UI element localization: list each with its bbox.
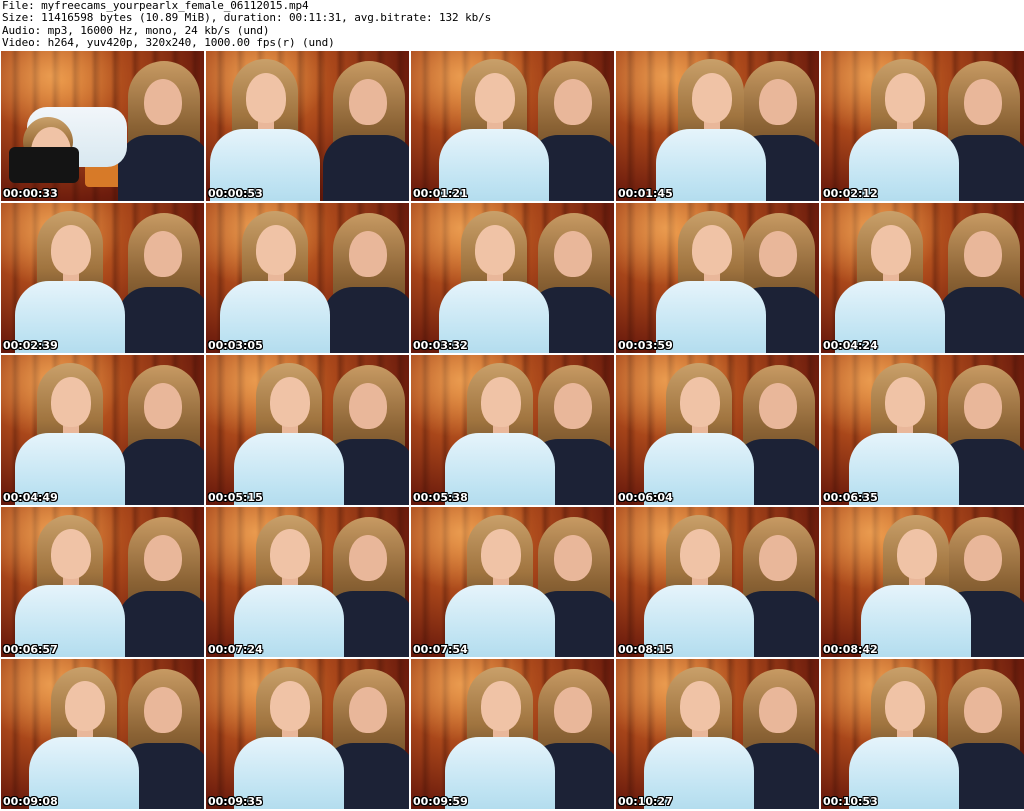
person-left (234, 361, 344, 505)
person-right (938, 213, 1024, 353)
thumbnail: 00:06:04 (616, 355, 819, 505)
person-left (656, 57, 766, 201)
person-left (445, 513, 555, 657)
person-left (234, 665, 344, 809)
timestamp-label: 00:06:04 (618, 491, 673, 504)
thumbnail: 00:09:59 (411, 659, 614, 809)
person-left (644, 513, 754, 657)
timestamp-label: 00:01:21 (413, 187, 468, 200)
timestamp-label: 00:05:15 (208, 491, 263, 504)
thumbnail: 00:02:12 (821, 51, 1024, 201)
person-left (644, 361, 754, 505)
person-left (29, 665, 139, 809)
thumbnail: 00:10:53 (821, 659, 1024, 809)
timestamp-label: 00:00:33 (3, 187, 58, 200)
person-right (118, 517, 204, 657)
skirt (9, 147, 79, 183)
thumbnail: 00:04:49 (1, 355, 204, 505)
timestamp-label: 00:01:45 (618, 187, 673, 200)
person-left (644, 665, 754, 809)
thumbnail: 00:08:42 (821, 507, 1024, 657)
person-right (323, 61, 409, 201)
thumbnail: 00:06:35 (821, 355, 1024, 505)
timestamp-label: 00:04:24 (823, 339, 878, 352)
person-right (118, 213, 204, 353)
thumbnail: 00:07:24 (206, 507, 409, 657)
thumbnail: 00:03:59 (616, 203, 819, 353)
thumbnail: 00:09:08 (1, 659, 204, 809)
timestamp-label: 00:10:27 (618, 795, 673, 808)
timestamp-label: 00:08:42 (823, 643, 878, 656)
person-left (234, 513, 344, 657)
timestamp-label: 00:03:32 (413, 339, 468, 352)
timestamp-label: 00:03:05 (208, 339, 263, 352)
thumbnail: 00:08:15 (616, 507, 819, 657)
timestamp-label: 00:08:15 (618, 643, 673, 656)
person-left (220, 209, 330, 353)
timestamp-label: 00:05:38 (413, 491, 468, 504)
thumbnail-grid: 00:00:33 00:00:53 00:01:21 00:01:45 00:0… (0, 51, 1024, 811)
thumbnail: 00:06:57 (1, 507, 204, 657)
timestamp-label: 00:07:24 (208, 643, 263, 656)
timestamp-label: 00:09:59 (413, 795, 468, 808)
timestamp-label: 00:09:08 (3, 795, 58, 808)
person-left (835, 209, 945, 353)
thumbnail: 00:09:35 (206, 659, 409, 809)
thumbnail: 00:10:27 (616, 659, 819, 809)
person-left (849, 57, 959, 201)
person-left (439, 57, 549, 201)
thumbnail: 00:01:45 (616, 51, 819, 201)
person-left (849, 665, 959, 809)
person-left (445, 361, 555, 505)
thumbnail: 00:02:39 (1, 203, 204, 353)
person-left (15, 209, 125, 353)
timestamp-label: 00:02:12 (823, 187, 878, 200)
person-right (118, 365, 204, 505)
person-left (861, 513, 971, 657)
timestamp-label: 00:00:53 (208, 187, 263, 200)
person-left (15, 361, 125, 505)
person-right (323, 213, 409, 353)
thumbnail: 00:00:53 (206, 51, 409, 201)
person-left (210, 57, 320, 201)
person-left (15, 513, 125, 657)
video-info-line: Video: h264, yuv420p, 320x240, 1000.00 f… (2, 36, 335, 50)
timestamp-label: 00:03:59 (618, 339, 673, 352)
person-left (445, 665, 555, 809)
thumbnail: 00:05:15 (206, 355, 409, 505)
timestamp-label: 00:09:35 (208, 795, 263, 808)
timestamp-label: 00:02:39 (3, 339, 58, 352)
person-left (439, 209, 549, 353)
thumbnail: 00:03:32 (411, 203, 614, 353)
timestamp-label: 00:07:54 (413, 643, 468, 656)
person-left (849, 361, 959, 505)
thumbnail: 00:00:33 (1, 51, 204, 201)
thumbnail: 00:01:21 (411, 51, 614, 201)
file-size-line: Size: 11416598 bytes (10.89 MiB), durati… (2, 11, 492, 25)
timestamp-label: 00:06:57 (3, 643, 58, 656)
thumbnail: 00:07:54 (411, 507, 614, 657)
timestamp-label: 00:06:35 (823, 491, 878, 504)
thumbnail: 00:03:05 (206, 203, 409, 353)
file-info-header: File: myfreecams_yourpearlx_female_06112… (2, 0, 1022, 50)
thumbnail: 00:05:38 (411, 355, 614, 505)
timestamp-label: 00:04:49 (3, 491, 58, 504)
timestamp-label: 00:10:53 (823, 795, 878, 808)
thumbnail: 00:04:24 (821, 203, 1024, 353)
person-left (656, 209, 766, 353)
